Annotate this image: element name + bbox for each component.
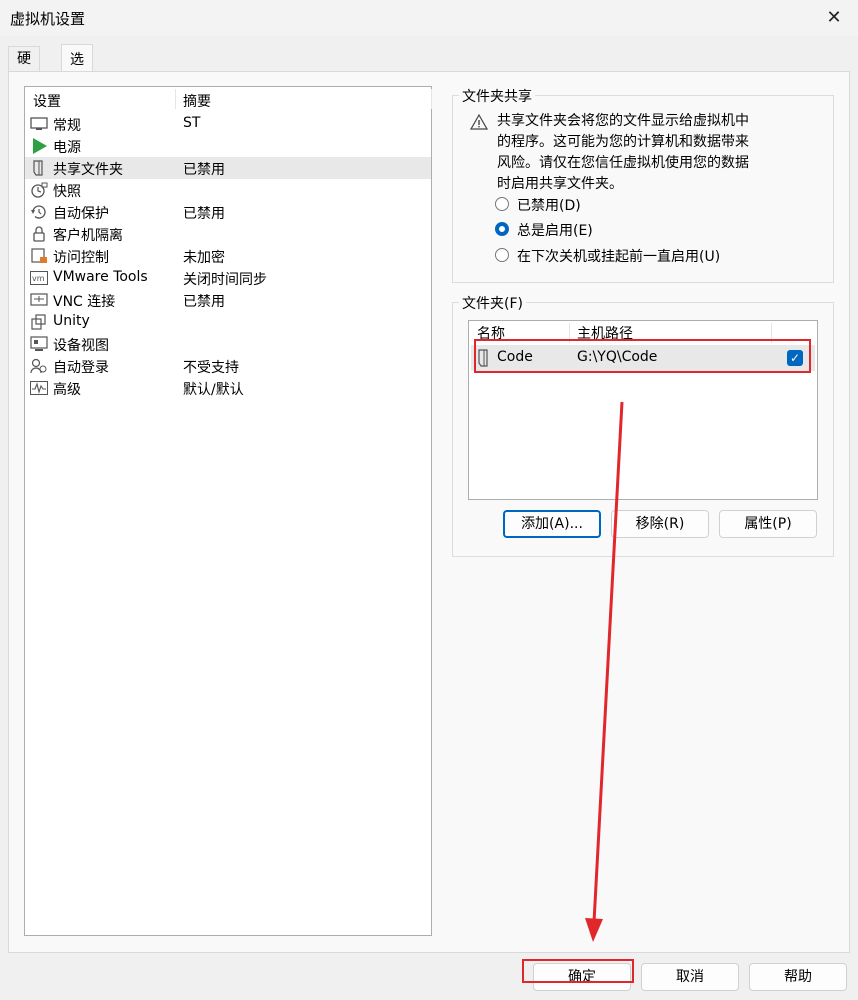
annotation-arrow [585,401,624,942]
